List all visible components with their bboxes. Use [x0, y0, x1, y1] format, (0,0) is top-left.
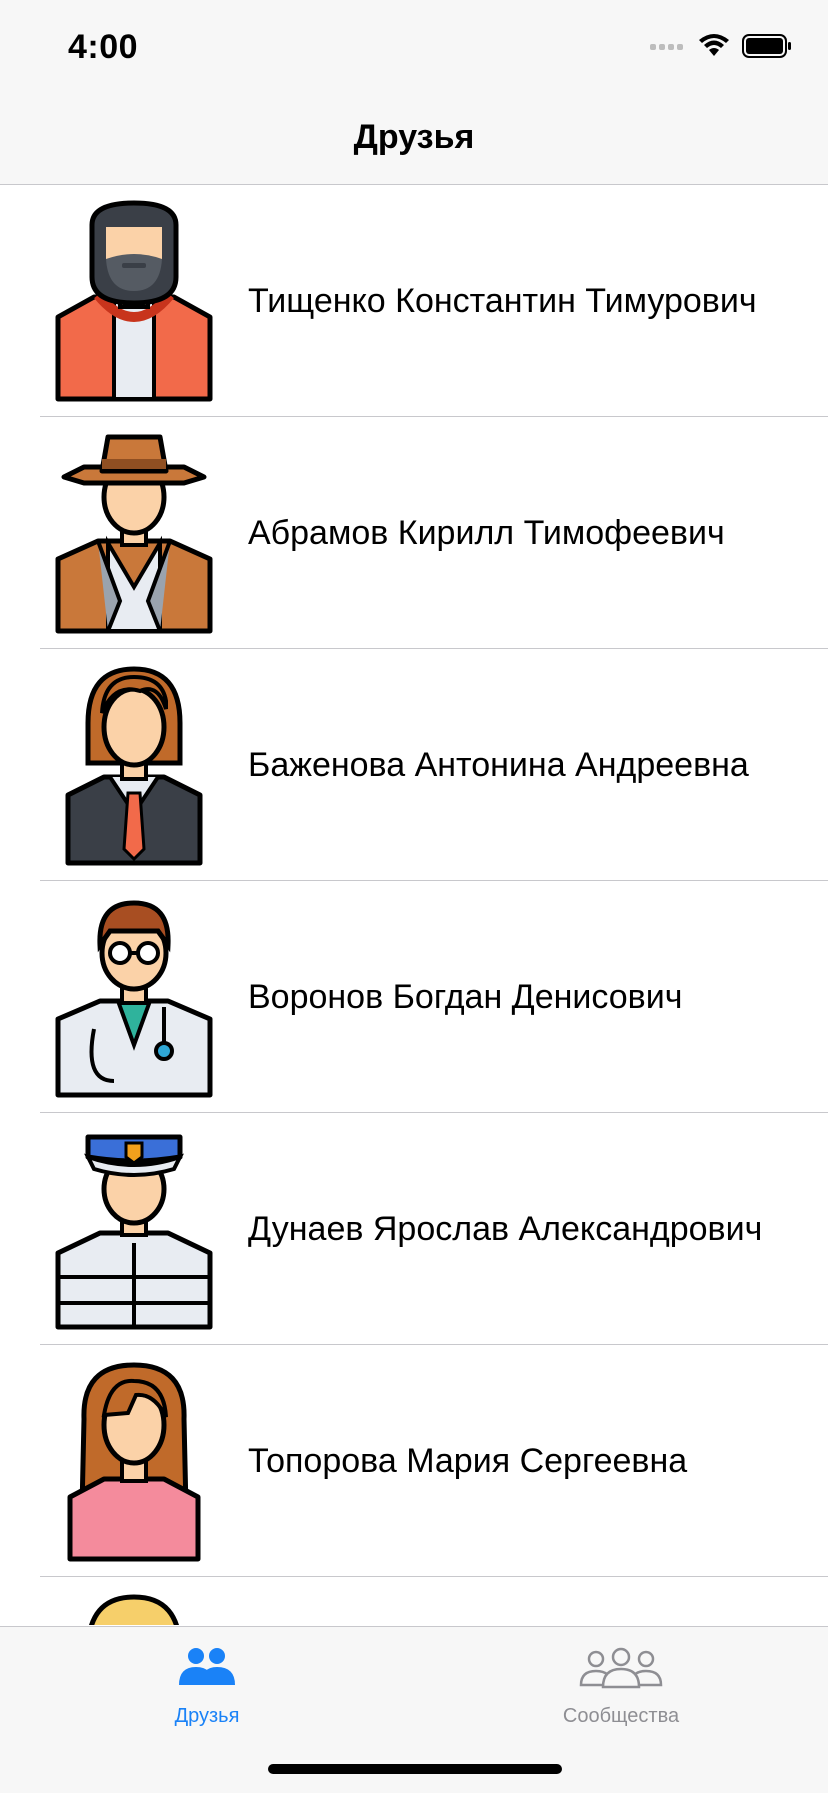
friend-name: Дунаев Ярослав Александрович: [248, 1210, 763, 1248]
friends-icon: [179, 1648, 235, 1685]
communities-icon: [579, 1647, 663, 1689]
police-officer-avatar: [55, 1134, 213, 1330]
friend-row[interactable]: Дунаев Ярослав Александрович: [40, 1113, 828, 1345]
tab-communities[interactable]: Сообщества: [414, 1627, 828, 1727]
friend-row[interactable]: Баженова Антонина Андреевна: [40, 649, 828, 881]
friends-list[interactable]: Тищенко Константин Тимурович Абрамов Кир…: [0, 185, 828, 1625]
partial-avatar: [89, 1594, 179, 1625]
home-indicator[interactable]: [268, 1764, 562, 1774]
friend-name: Топорова Мария Сергеевна: [248, 1442, 688, 1480]
friend-name: Тищенко Константин Тимурович: [248, 282, 757, 320]
friend-name: Воронов Богдан Денисович: [248, 978, 683, 1016]
friend-name: Абрамов Кирилл Тимофеевич: [248, 514, 725, 552]
signal-icon: [650, 44, 683, 50]
businesswoman-avatar: [65, 666, 203, 866]
page-title: Друзья: [353, 118, 475, 156]
tab-friends[interactable]: Друзья: [0, 1627, 414, 1727]
friend-row[interactable]: [40, 1577, 828, 1625]
status-bar: 4:00: [0, 0, 828, 88]
tab-friends-label: Друзья: [174, 1705, 240, 1727]
status-time: 4:00: [68, 28, 139, 66]
friend-row[interactable]: Тищенко Константин Тимурович: [40, 185, 828, 417]
friend-row[interactable]: Абрамов Кирилл Тимофеевич: [40, 417, 828, 649]
friend-name: Баженова Антонина Андреевна: [248, 746, 749, 784]
bearded-man-avatar: [55, 200, 213, 402]
doctor-avatar: [55, 900, 213, 1098]
woman-avatar: [67, 1362, 201, 1562]
tab-communities-label: Сообщества: [562, 1705, 680, 1727]
battery-icon: [742, 34, 791, 58]
status-icons: [650, 34, 792, 58]
cowboy-avatar: [55, 434, 213, 634]
friend-row[interactable]: Топорова Мария Сергеевна: [40, 1345, 828, 1577]
wifi-icon: [699, 34, 729, 56]
friend-row[interactable]: Воронов Богдан Денисович: [40, 881, 828, 1113]
navigation-bar: Друзья: [0, 88, 828, 185]
